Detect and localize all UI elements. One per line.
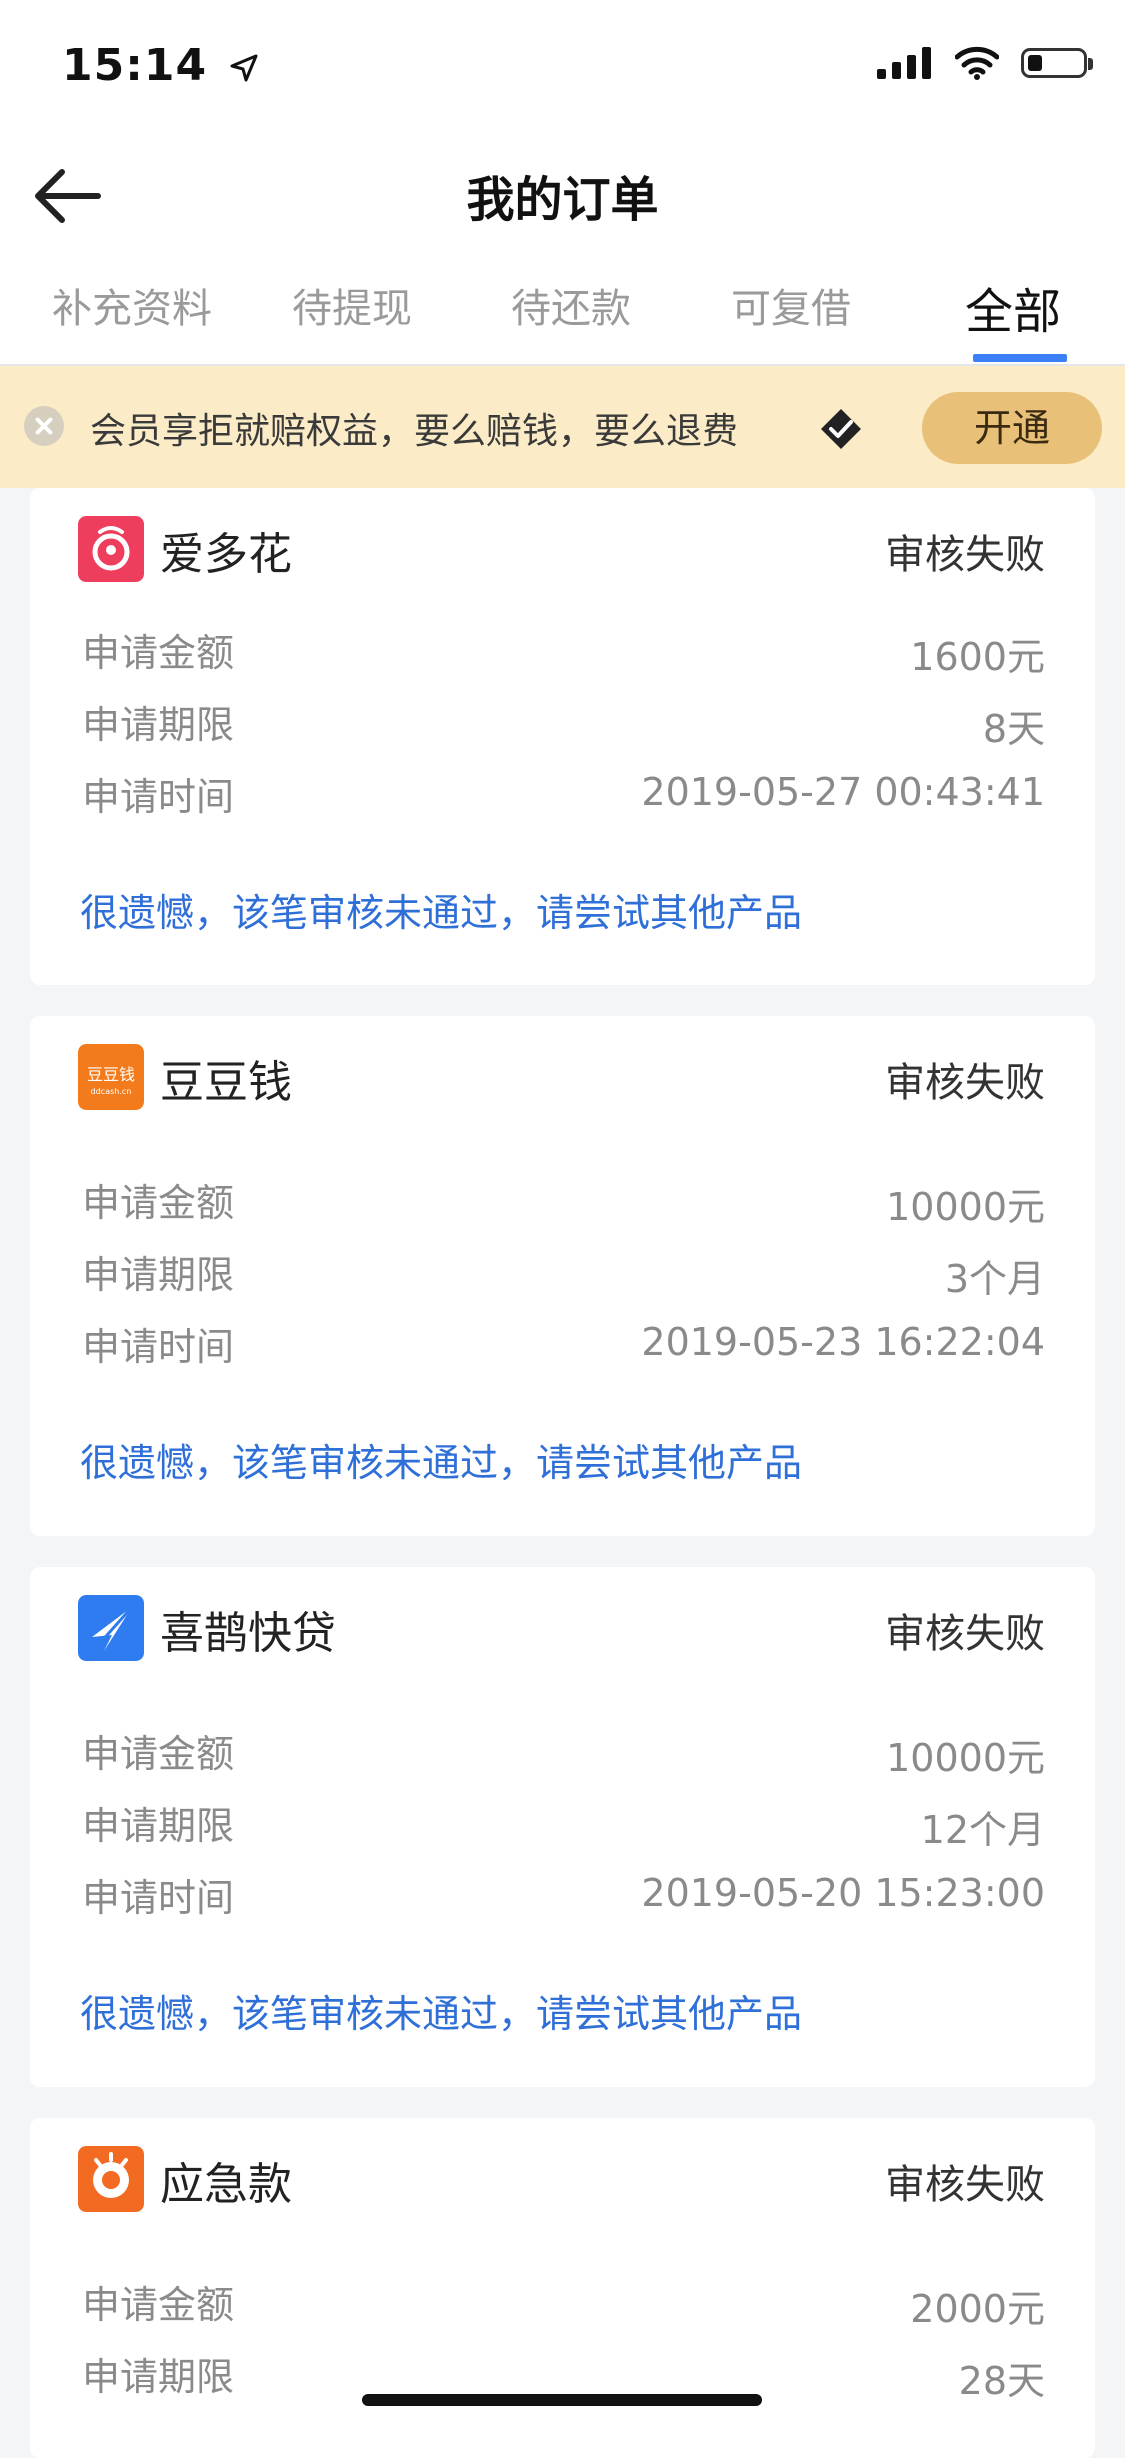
battery-icon [1021, 48, 1093, 78]
term-value: 8天 [982, 707, 1045, 751]
amount-label: 申请金额 [82, 631, 235, 675]
active-tab-indicator [973, 354, 1067, 362]
time-label: 申请时间 [82, 1325, 235, 1369]
status-indicators [877, 46, 1093, 80]
amount-label: 申请金额 [82, 2283, 235, 2327]
close-icon[interactable] [24, 406, 64, 446]
rejection-message[interactable]: 很遗憾，该笔审核未通过，请尝试其他产品 [80, 1432, 802, 1487]
order-status: 审核失败 [885, 2162, 1045, 2208]
cellular-signal-icon [877, 47, 931, 79]
product-name: 豆豆钱 [160, 1057, 292, 1108]
nav-bar: 我的订单 [0, 130, 1125, 262]
page-title: 我的订单 [466, 172, 659, 228]
term-value: 28天 [958, 2359, 1045, 2403]
wifi-icon [955, 46, 999, 80]
tab-all[interactable]: 全部 [965, 272, 1061, 342]
term-label: 申请期限 [82, 1253, 235, 1297]
order-card[interactable]: 豆豆钱 ddcash.cn 豆豆钱 审核失败 申请金额 10000元 申请期限 … [30, 1016, 1095, 1536]
aiduohua-logo-icon [78, 516, 144, 582]
tab-pending-repayment[interactable]: 待还款 [511, 276, 631, 334]
diamond-icon [821, 409, 861, 449]
home-indicator[interactable] [362, 2394, 762, 2406]
yingjikuan-logo-icon [78, 2146, 144, 2212]
product-name: 喜鹊快贷 [160, 1608, 336, 1659]
amount-value: 10000元 [886, 1185, 1045, 1229]
amount-value: 10000元 [886, 1736, 1045, 1780]
amount-label: 申请金额 [82, 1732, 235, 1776]
promo-text: 会员享拒就赔权益，要么赔钱，要么退费 [90, 411, 739, 452]
tab-pending-withdrawal[interactable]: 待提现 [292, 276, 412, 334]
order-status: 审核失败 [885, 1611, 1045, 1657]
status-bar: 15:14 [0, 0, 1125, 130]
term-label: 申请期限 [82, 703, 235, 747]
order-status: 审核失败 [885, 532, 1045, 578]
rejection-message[interactable]: 很遗憾，该笔审核未通过，请尝试其他产品 [80, 1983, 802, 2038]
term-label: 申请期限 [82, 2355, 235, 2399]
doudouqian-logo-icon: 豆豆钱 ddcash.cn [78, 1044, 144, 1110]
logo-text: 豆豆钱 [87, 1065, 135, 1084]
term-value: 12个月 [920, 1808, 1045, 1852]
product-name: 应急款 [160, 2159, 292, 2210]
time-value: 2019-05-20 15:23:00 [641, 1871, 1045, 1915]
tab-supplement-info[interactable]: 补充资料 [52, 276, 212, 334]
amount-value: 1600元 [910, 635, 1045, 679]
time-label: 申请时间 [82, 1876, 235, 1920]
order-card[interactable]: 爱多花 审核失败 申请金额 1600元 申请期限 8天 申请时间 2019-05… [30, 488, 1095, 985]
logo-subtext: ddcash.cn [91, 1087, 132, 1096]
amount-label: 申请金额 [82, 1181, 235, 1225]
order-tabs: 补充资料 待提现 待还款 可复借 全部 [0, 262, 1125, 366]
rejection-message[interactable]: 很遗憾，该笔审核未通过，请尝试其他产品 [80, 882, 802, 937]
activate-membership-button[interactable]: 开通 [922, 392, 1102, 464]
status-time: 15:14 [62, 40, 259, 91]
xique-logo-icon [78, 1595, 144, 1661]
membership-promo-banner: 会员享拒就赔权益，要么赔钱，要么退费 开通 [0, 366, 1125, 488]
order-status: 审核失败 [885, 1060, 1045, 1106]
term-label: 申请期限 [82, 1804, 235, 1848]
tab-reborrow[interactable]: 可复借 [731, 276, 851, 334]
amount-value: 2000元 [910, 2287, 1045, 2331]
time-value: 2019-05-23 16:22:04 [641, 1320, 1045, 1364]
location-arrow-icon [230, 54, 258, 82]
term-value: 3个月 [944, 1257, 1045, 1301]
time-label: 申请时间 [82, 775, 235, 819]
time-value: 2019-05-27 00:43:41 [641, 770, 1045, 814]
order-card[interactable]: 应急款 审核失败 申请金额 2000元 申请期限 28天 [30, 2118, 1095, 2458]
order-card[interactable]: 喜鹊快贷 审核失败 申请金额 10000元 申请期限 12个月 申请时间 201… [30, 1567, 1095, 2087]
product-name: 爱多花 [160, 529, 292, 580]
